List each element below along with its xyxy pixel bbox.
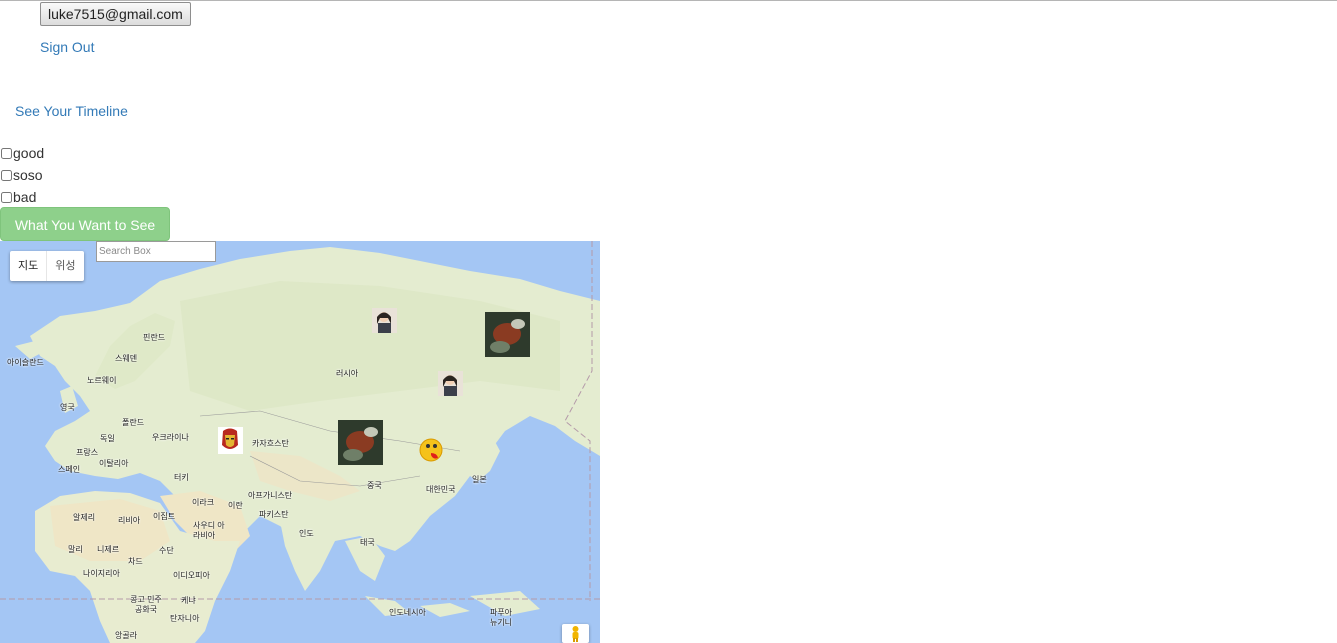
emoji-face-icon [419, 438, 443, 462]
filter-bad[interactable]: bad [0, 189, 36, 205]
label-sweden: 스웨덴 [115, 354, 138, 363]
label-italy: 이탈리아 [99, 459, 129, 468]
label-egypt: 이집트 [153, 512, 176, 521]
label-poland: 폴란드 [122, 418, 145, 427]
filter-good-label: good [13, 145, 45, 161]
label-libya: 리비아 [118, 516, 141, 525]
avatar-icon [438, 371, 463, 396]
photo-icon [338, 420, 383, 465]
label-afghanistan: 아프가니스탄 [248, 491, 293, 500]
label-spain: 스페인 [58, 465, 81, 474]
photo-marker[interactable] [338, 420, 383, 465]
sign-out-link[interactable]: Sign Out [40, 39, 94, 55]
label-japan: 일본 [472, 475, 487, 484]
what-you-want-to-see-button[interactable]: What You Want to See [0, 207, 170, 241]
see-timeline-link[interactable]: See Your Timeline [15, 103, 128, 119]
label-germany: 독일 [100, 434, 115, 443]
filter-good-checkbox[interactable] [1, 147, 12, 159]
filter-soso-checkbox[interactable] [1, 169, 12, 181]
map-search-input[interactable] [96, 241, 216, 262]
map-type-map-button[interactable]: 지도 [10, 251, 46, 281]
avatar-icon [372, 308, 397, 333]
label-saudi-arabia: 사우디 아라비아 [193, 521, 225, 540]
label-finland: 핀란드 [143, 333, 166, 342]
label-china: 중국 [367, 481, 382, 490]
label-ethiopia: 이디오피아 [173, 571, 210, 580]
map-type-satellite-button[interactable]: 위성 [46, 251, 83, 281]
ironman-marker[interactable] [218, 427, 243, 454]
filter-soso-label: soso [13, 167, 43, 183]
label-kazakhstan: 카자흐스탄 [252, 439, 289, 448]
label-pakistan: 파키스탄 [259, 510, 289, 519]
label-norway: 노르웨이 [87, 376, 117, 385]
label-thailand: 태국 [360, 538, 375, 547]
label-mali: 말리 [68, 545, 83, 554]
label-angola: 앙골라 [115, 631, 138, 640]
map-type-control: 지도 위성 [10, 251, 84, 281]
label-iceland: 아이슬란드 [7, 358, 44, 367]
avatar-marker[interactable] [438, 371, 463, 396]
top-border [0, 0, 1337, 1]
label-algeria: 알제리 [73, 513, 96, 522]
street-view-pegman[interactable] [562, 624, 589, 643]
label-tanzania: 탄자니아 [170, 614, 200, 623]
ironman-icon [218, 427, 243, 454]
label-iraq: 이라크 [192, 498, 215, 507]
world-map[interactable]: 지도 위성 핀란드 스웨덴 노르웨이 아이슬란드 영국 폴란드 독일 우크라이나… [0, 241, 600, 643]
label-russia: 러시아 [336, 369, 359, 378]
label-chad: 차드 [128, 557, 143, 566]
label-india: 인도 [299, 529, 314, 538]
label-nigeria: 나이지리아 [83, 569, 120, 578]
label-uk: 영국 [60, 403, 75, 412]
label-iran: 이란 [228, 501, 243, 510]
label-indonesia: 인도네시아 [389, 608, 426, 617]
filter-soso[interactable]: soso [0, 167, 43, 183]
label-korea: 대한민국 [426, 485, 456, 494]
map-base-layer [0, 241, 600, 643]
label-kenya: 케냐 [181, 596, 196, 605]
account-email-button[interactable]: luke7515@gmail.com [40, 2, 191, 26]
label-france: 프랑스 [76, 448, 99, 457]
label-papua-new-guinea: 파푸아 뉴기니 [489, 608, 513, 627]
filter-good[interactable]: good [0, 145, 44, 161]
label-ukraine: 우크라이나 [152, 433, 189, 442]
filter-bad-label: bad [13, 189, 37, 205]
label-sudan: 수단 [159, 546, 174, 555]
label-niger: 니제르 [97, 545, 120, 554]
label-dr-congo: 콩고 민주 공화국 [130, 595, 162, 614]
filter-bad-checkbox[interactable] [1, 191, 12, 203]
label-turkey: 터키 [174, 473, 189, 482]
photo-icon [485, 312, 530, 357]
photo-marker[interactable] [485, 312, 530, 357]
pegman-icon [572, 626, 579, 642]
avatar-marker[interactable] [372, 308, 397, 333]
emoji-marker[interactable] [417, 436, 445, 464]
